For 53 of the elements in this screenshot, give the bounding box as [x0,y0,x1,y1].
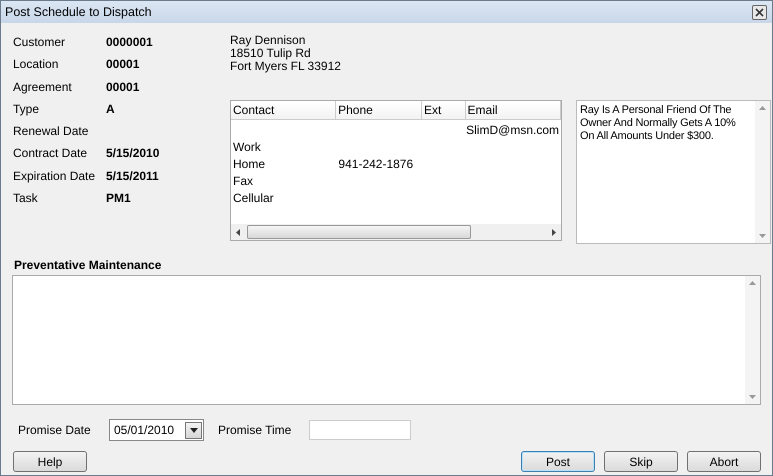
dropdown-icon [190,428,198,432]
notes-text: Ray Is A Personal Friend Of The Owner And Normally Gets A 10% On All Amounts Under $300. [579,103,737,144]
table-cell: SlimD@msn.com [466,123,559,137]
field-label: Location [13,57,60,72]
field-value: PM1 [106,191,131,206]
column-header[interactable]: Ext [422,101,466,119]
dialog-button[interactable]: Post [521,451,595,472]
address-line: Ray Dennison [230,34,306,47]
notes-box[interactable]: Ray Is A Personal Friend Of The Owner And Normally Gets A 10% On All Amounts Under $300. [576,100,771,244]
field-label: Expiration Date [13,168,96,183]
field-value: A [106,102,115,116]
table-cell: Home [233,157,266,171]
field-value: 00001 [106,57,140,72]
field-label: Task [13,191,39,206]
field-label: Type [13,102,40,116]
down-arrow-icon [759,234,766,238]
dialog-button[interactable]: Skip [604,451,678,472]
help-button[interactable]: Help [13,451,87,472]
table-cell: Work [233,140,261,154]
table-cell: Fax [233,174,254,188]
column-header[interactable]: Contact [231,101,336,119]
date-picker[interactable]: 05/01/2010 [109,419,204,441]
field-value: 5/15/2011 [106,168,159,183]
field-label: Promise Date [18,423,92,437]
column-header[interactable]: Phone [336,101,422,119]
field-value: 5/15/2010 [106,146,160,160]
left-arrow-icon [236,228,241,236]
address-line: 18510 Tulip Rd [230,47,312,60]
dialog-button[interactable]: Abort [687,451,761,472]
field-value: 0000001 [106,35,153,49]
field-label: Renewal Date [13,124,90,138]
field-label: Promise Time [218,423,292,437]
field-value: 00001 [106,80,140,94]
table-cell: Cellular [233,191,274,205]
close-icon [755,8,764,16]
section-label: Preventative Maintenance [13,257,162,272]
time-field[interactable] [309,420,411,440]
maintenance-text-area[interactable] [12,275,761,405]
table-cell: 941-242-1876 [338,157,414,171]
vertical-scrollbar[interactable] [755,101,770,243]
vertical-scrollbar[interactable] [745,276,760,404]
close-button[interactable] [752,4,767,20]
up-arrow-icon [749,281,756,285]
window-title: Post Schedule to Dispatch [5,5,152,19]
column-header[interactable]: Email [466,101,562,119]
right-arrow-icon [551,228,556,236]
down-arrow-icon [749,395,756,399]
address-line: Fort Myers FL 33912 [230,60,342,73]
field-label: Contract Date [13,146,88,160]
horizontal-scrollbar[interactable] [231,224,561,240]
up-arrow-icon [759,106,766,110]
field-label: Customer [13,35,66,49]
field-label: Agreement [13,80,73,94]
